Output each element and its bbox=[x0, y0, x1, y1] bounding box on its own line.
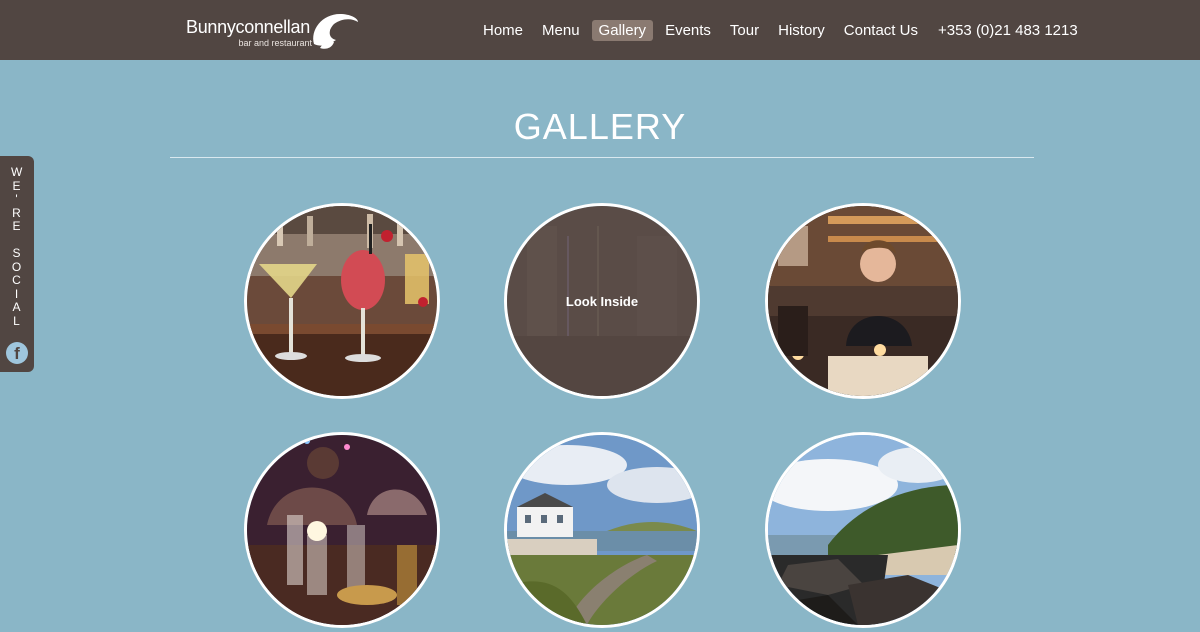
cocktails-photo bbox=[247, 206, 437, 396]
nav-home[interactable]: Home bbox=[476, 20, 530, 41]
social-letter: E bbox=[12, 219, 22, 233]
phone-number[interactable]: +353 (0)21 483 1213 bbox=[934, 20, 1082, 41]
social-tab: W E ' R E S O C I A L f bbox=[0, 156, 34, 372]
social-letter: O bbox=[11, 259, 23, 274]
beach-photo bbox=[768, 435, 958, 625]
social-letter: W bbox=[11, 165, 24, 179]
social-letter: L bbox=[13, 313, 21, 328]
dining-photo bbox=[247, 435, 437, 625]
title-divider bbox=[170, 157, 1034, 158]
social-letter: A bbox=[12, 300, 22, 314]
social-letter bbox=[11, 234, 23, 248]
gallery-item-dining[interactable] bbox=[244, 432, 440, 628]
social-letter: ' bbox=[15, 192, 19, 206]
nav-gallery[interactable]: Gallery bbox=[591, 19, 654, 41]
social-letter: R bbox=[12, 205, 22, 220]
coast-house-photo bbox=[507, 435, 697, 625]
social-letter: C bbox=[12, 273, 22, 287]
facebook-icon[interactable]: f bbox=[6, 342, 28, 364]
logo-tagline: bar and restaurant bbox=[238, 38, 312, 48]
social-label: W E ' R E S O C I A L bbox=[11, 165, 24, 328]
nav-history[interactable]: History bbox=[771, 20, 832, 41]
social-letter: S bbox=[12, 246, 22, 260]
page-title: GALLERY bbox=[513, 106, 687, 147]
main-nav: Home Menu Gallery Events Tour History Co… bbox=[476, 18, 1082, 42]
site-logo[interactable]: Bunnyconnellan bar and restaurant bbox=[186, 12, 366, 52]
bar-woman-photo bbox=[768, 206, 958, 396]
nav-contact-us[interactable]: Contact Us bbox=[837, 20, 925, 41]
look-inside-label[interactable]: Look Inside bbox=[507, 206, 697, 396]
rabbit-logo-icon bbox=[313, 14, 358, 49]
gallery-item-beach[interactable] bbox=[765, 432, 961, 628]
gallery-item-interior[interactable]: Look Inside bbox=[504, 203, 700, 399]
gallery-item-cocktails[interactable] bbox=[244, 203, 440, 399]
gallery-item-coast-house[interactable] bbox=[504, 432, 700, 628]
nav-events[interactable]: Events bbox=[658, 20, 718, 41]
site-header: Bunnyconnellan bar and restaurant Home M… bbox=[0, 0, 1200, 60]
nav-tour[interactable]: Tour bbox=[723, 20, 766, 41]
logo-name: Bunnyconnellan bbox=[186, 17, 310, 37]
social-letter: I bbox=[14, 286, 20, 301]
nav-menu[interactable]: Menu bbox=[535, 20, 587, 41]
gallery-item-woman-at-bar[interactable] bbox=[765, 203, 961, 399]
social-letter: E bbox=[12, 178, 22, 193]
